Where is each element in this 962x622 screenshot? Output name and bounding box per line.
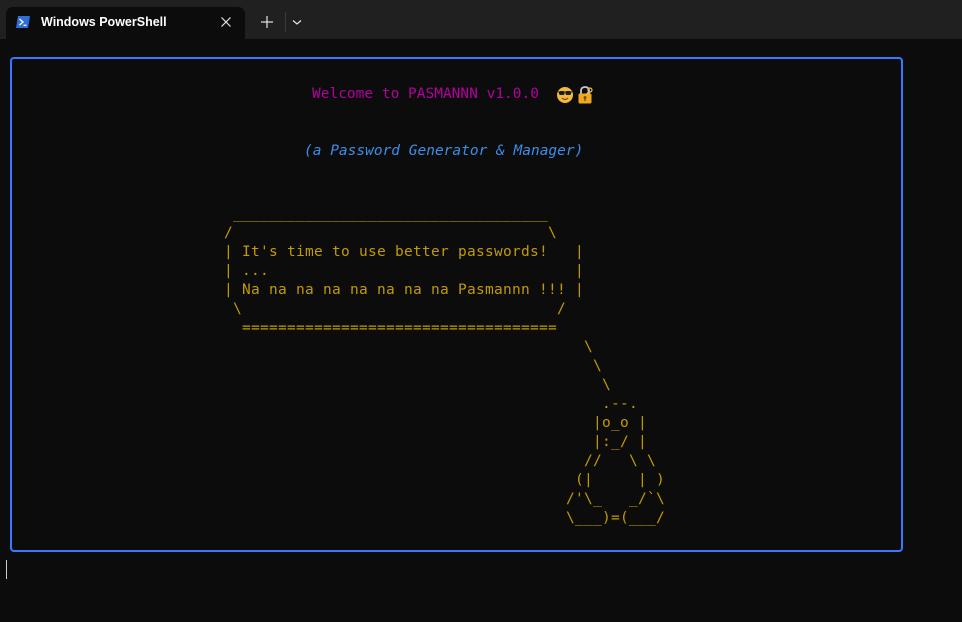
terminal-cursor	[6, 560, 7, 579]
tux-ascii-art: ___________________________________ / \ …	[224, 206, 665, 526]
powershell-icon	[16, 16, 30, 28]
title-bar: Windows PowerShell	[0, 0, 962, 39]
tab-windows-powershell[interactable]: Windows PowerShell	[6, 7, 245, 39]
sunglasses-face-icon	[557, 87, 573, 103]
subtitle-text: (a Password Generator & Manager)	[304, 143, 584, 159]
welcome-text: Welcome to PASMANNN v1.0.0	[312, 86, 539, 102]
chevron-down-icon[interactable]	[288, 12, 306, 32]
tab-title: Windows PowerShell	[41, 15, 167, 29]
plus-icon[interactable]	[257, 12, 277, 32]
welcome-emoji	[557, 86, 593, 104]
locked-with-key-icon	[578, 86, 593, 104]
close-icon[interactable]	[218, 14, 234, 30]
tab-separator	[285, 12, 286, 32]
